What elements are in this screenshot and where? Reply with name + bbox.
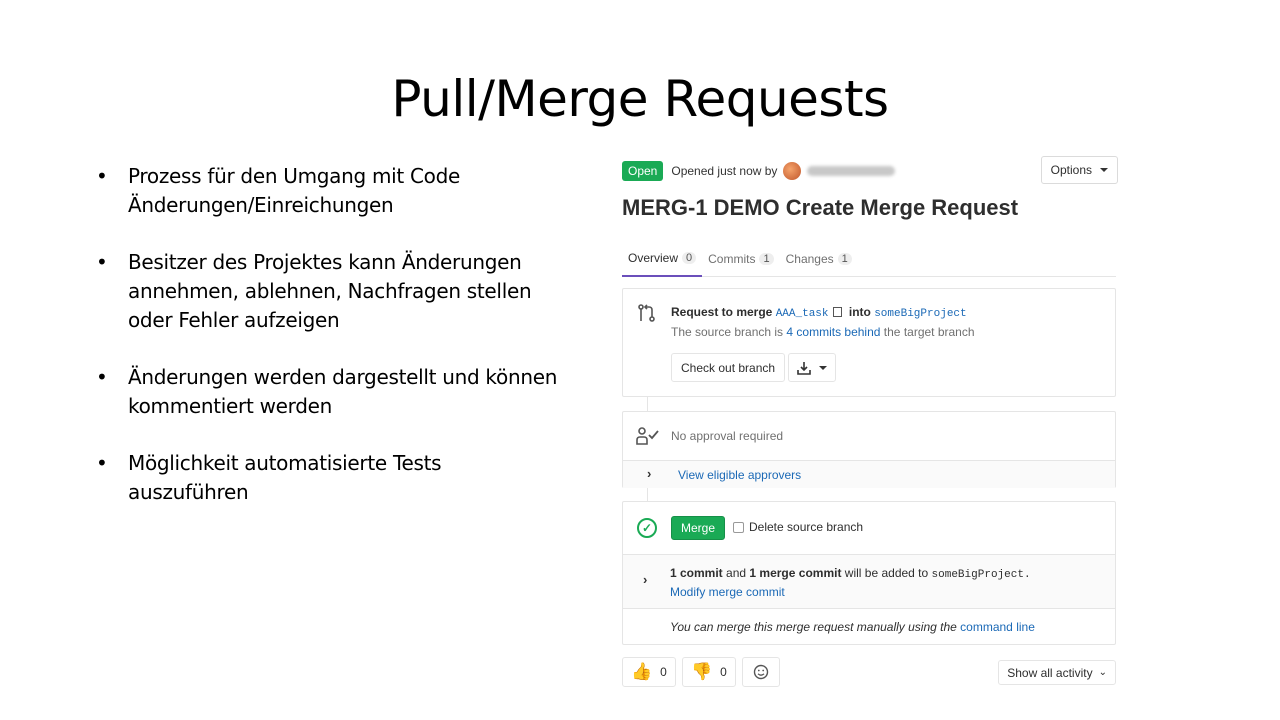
approvers-row[interactable]: › View eligible approvers — [623, 460, 1115, 488]
tab-count: 1 — [759, 253, 774, 265]
and-text: and — [726, 566, 747, 580]
source-branch-status: The source branch is 4 commits behind th… — [671, 325, 975, 339]
will-be-added-text: will be added to — [844, 566, 929, 580]
delete-source-branch-checkbox[interactable] — [733, 521, 744, 533]
target-branch-link[interactable]: someBigProject — [874, 308, 966, 320]
status-badge: Open — [622, 161, 664, 181]
tab-overview[interactable]: Overview 0 — [622, 241, 703, 277]
merge-commit-count: 1 merge commit — [749, 566, 842, 580]
tab-count: 1 — [837, 253, 852, 265]
thumbs-down-count: 0 — [720, 665, 727, 679]
approver-icon — [636, 427, 659, 445]
modify-merge-commit-link[interactable]: Modify merge commit — [670, 585, 785, 599]
chevron-right-icon[interactable]: › — [647, 466, 651, 481]
source-branch-link[interactable]: AAA_task — [776, 308, 829, 320]
merge-button[interactable]: Merge — [671, 516, 726, 540]
bullet-list: • Prozess für den Umgang mit Code Änderun… — [96, 162, 566, 535]
mr-tabs: Overview 0 Commits 1 Changes 1 — [622, 241, 1116, 277]
no-approval-text: No approval required — [671, 429, 784, 443]
bullet-text: Prozess für den Umgang mit Code Änderung… — [128, 164, 460, 217]
timeline-connector — [647, 397, 648, 411]
copy-icon[interactable] — [832, 307, 842, 317]
request-prefix: Request to merge — [671, 305, 773, 319]
options-label: Options — [1050, 163, 1092, 177]
download-dropdown-button[interactable] — [788, 353, 836, 382]
target-project: someBigProject. — [931, 569, 1031, 581]
manual-merge-hint: You can merge this merge request manuall… — [670, 620, 1035, 634]
tab-count: 0 — [682, 252, 697, 264]
avatar[interactable] — [783, 162, 802, 180]
chevron-down-icon: ⌄ — [1098, 667, 1107, 678]
request-to-merge-line: Request to merge AAA_task into someBigPr… — [671, 305, 967, 320]
download-icon — [797, 361, 811, 375]
bullet-text: Besitzer des Projektes kann Änderungen a… — [128, 250, 532, 332]
check-circle-icon: ✓ — [637, 518, 657, 538]
tab-commits[interactable]: Commits 1 — [702, 241, 779, 277]
bullet-text: Änderungen werden dargestellt und können… — [128, 365, 558, 418]
delete-source-branch-option[interactable]: Delete source branch — [733, 520, 863, 534]
bullet-dot: • — [96, 164, 108, 188]
commit-info-row: › 1 commit and 1 merge commit will be ad… — [623, 554, 1115, 609]
delete-source-branch-label: Delete source branch — [749, 520, 864, 534]
smiley-icon — [753, 664, 769, 680]
caret-down-icon — [819, 365, 827, 370]
commit-count: 1 commit — [670, 566, 723, 580]
bullet-dot: • — [96, 451, 108, 475]
commits-behind-link[interactable]: 4 commits behind — [786, 325, 880, 339]
timeline-connector — [647, 488, 648, 501]
bullet-item: • Besitzer des Projektes kann Änderungen … — [96, 248, 566, 335]
command-line-link[interactable]: command line — [960, 620, 1035, 634]
show-activity-label: Show all activity — [1007, 665, 1093, 680]
mr-header: Open Opened just now by Options — [622, 156, 1118, 186]
thumbs-up-icon: 👍 — [631, 662, 653, 681]
mr-title: MERG-1 DEMO Create Merge Request — [622, 195, 1019, 220]
behind-pre: The source branch is — [671, 325, 784, 339]
thumbs-down-icon: 👎 — [691, 662, 713, 681]
opened-text: Opened just now by — [671, 164, 778, 178]
bullet-item: • Änderungen werden dargestellt und könne… — [96, 363, 566, 421]
commit-summary: 1 commit and 1 merge commit will be adde… — [670, 566, 1031, 581]
thumbs-up-button[interactable]: 👍 0 — [622, 657, 676, 687]
manual-text: You can merge this merge request manuall… — [670, 620, 957, 634]
merge-request-panel: Open Opened just now by Options MERG-1 D… — [622, 156, 1118, 687]
thumbs-down-button[interactable]: 👎 0 — [682, 657, 736, 687]
merge-box: ✓ Merge Delete source branch › 1 commit … — [622, 501, 1116, 645]
approval-box: No approval required › View eligible app… — [622, 411, 1116, 488]
reactions-bar: 👍 0 👎 0 Show all activity ⌄ — [622, 657, 1116, 687]
tab-label: Commits — [708, 252, 756, 266]
slide-title: Pull/Merge Requests — [391, 70, 889, 128]
behind-post: the target branch — [883, 325, 975, 339]
bullet-dot: • — [96, 365, 108, 389]
view-eligible-approvers-link[interactable]: View eligible approvers — [678, 468, 801, 482]
check-out-branch-button[interactable]: Check out branch — [671, 353, 786, 382]
options-button[interactable]: Options — [1040, 156, 1118, 184]
author-name-blurred[interactable] — [807, 166, 896, 176]
bullet-item: • Möglichkeit automatisierte Tests auszuf… — [96, 449, 566, 507]
merge-request-icon — [638, 304, 655, 322]
thumbs-up-count: 0 — [660, 665, 667, 679]
tab-label: Overview — [628, 251, 679, 265]
show-all-activity-dropdown[interactable]: Show all activity ⌄ — [998, 660, 1116, 685]
merge-info-box: Request to merge AAA_task into someBigPr… — [622, 288, 1116, 397]
tab-changes[interactable]: Changes 1 — [780, 241, 858, 277]
into-text: into — [848, 305, 871, 319]
chevron-right-icon[interactable]: › — [643, 572, 647, 587]
tab-label: Changes — [785, 252, 834, 266]
add-reaction-button[interactable] — [742, 657, 780, 687]
caret-down-icon — [1100, 168, 1108, 172]
bullet-item: • Prozess für den Umgang mit Code Änderun… — [96, 162, 566, 220]
bullet-text: Möglichkeit automatisierte Tests auszufü… — [128, 451, 442, 504]
bullet-dot: • — [96, 250, 108, 274]
